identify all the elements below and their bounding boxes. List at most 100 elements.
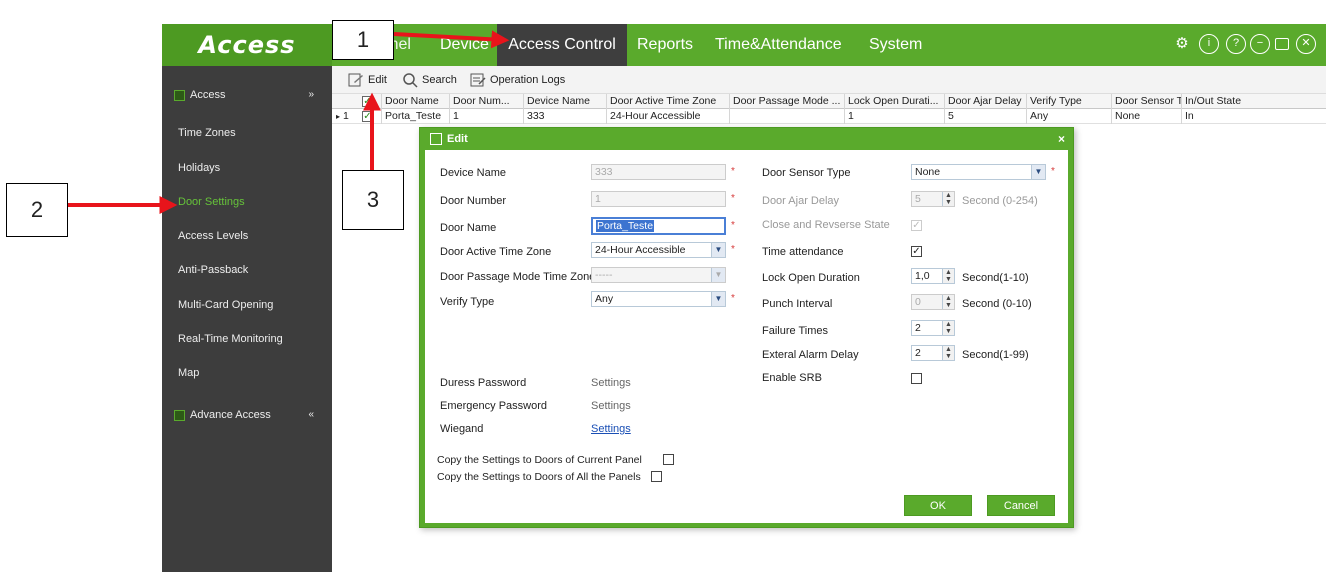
app-logo: Access [162,24,332,66]
search-icon [403,73,418,88]
emergency-password-label: Emergency Password [440,400,547,412]
gear-icon[interactable]: ⚙ [1172,34,1192,54]
chevron-up-icon: » [308,89,314,100]
punch-interval-stepper: 0 ▲ ▼ [911,294,955,310]
advance-access-icon [174,410,185,421]
copy-all-panels-label: Copy the Settings to Doors of All the Pa… [437,471,641,483]
enable-srb-checkbox[interactable] [911,373,922,384]
close-reverse-state-checkbox: ✓ [911,220,922,231]
sidebar-group-advance-access[interactable]: Advance Access « [162,400,332,430]
row-checkbox[interactable]: ✓ [362,111,373,122]
dropdown-arrow-icon: ▼ [711,243,725,257]
close-icon[interactable]: ✕ [1296,34,1316,54]
edit-icon [348,73,363,87]
sidebar-group-access[interactable]: Access » [162,80,332,110]
menu-device[interactable]: Device [440,24,489,66]
enable-srb-label: Enable SRB [762,372,822,384]
door-active-tz-label: Door Active Time Zone [440,246,552,258]
device-name-label: Device Name [440,167,507,179]
lock-open-duration-stepper[interactable]: 1,0 ▲ ▼ [911,268,955,284]
external-alarm-delay-label: Exteral Alarm Delay [762,349,859,361]
minimize-icon[interactable]: − [1250,34,1270,54]
duress-settings-text: Settings [591,377,631,389]
select-all-checkbox[interactable]: ✓ [362,96,373,107]
menu-reports[interactable]: Reports [637,24,693,66]
door-number-label: Door Number [440,195,507,207]
door-name-label: Door Name [440,222,497,234]
row-pointer-icon: ▸ [336,112,341,121]
verify-type-select[interactable]: Any ▼ [591,291,726,307]
annotation-callout-1: 1 [332,20,394,60]
dropdown-arrow-icon: ▼ [711,292,725,306]
menu-system[interactable]: System [869,24,922,66]
sidebar-item-real-time-monitoring[interactable]: Real-Time Monitoring [178,333,283,345]
col-door-sensor-type[interactable]: Door Sensor T... [1112,94,1182,109]
lock-open-duration-label: Lock Open Duration [762,272,860,284]
menu-time-attendance[interactable]: Time&Attendance [715,24,842,66]
sidebar-item-door-settings[interactable]: Door Settings [178,196,245,208]
passage-mode-tz-label: Door Passage Mode Time Zone [440,271,596,283]
ok-button[interactable]: OK [904,495,972,516]
external-alarm-delay-stepper[interactable]: 2 ▲ ▼ [911,345,955,361]
col-verify-type[interactable]: Verify Type [1027,94,1112,109]
search-button[interactable]: Search [402,72,457,88]
wiegand-settings-link[interactable]: Settings [591,423,631,435]
door-active-tz-select[interactable]: 24-Hour Accessible ▼ [591,242,726,258]
access-app-window: Access Panel Device Access Control Repor… [162,0,1326,572]
dialog-title-bar: Edit × [420,128,1073,150]
col-door-active-tz[interactable]: Door Active Time Zone [607,94,730,109]
annotation-callout-3: 3 [342,170,404,230]
chevron-down-icon: « [308,409,314,420]
col-passage-mode[interactable]: Door Passage Mode ... [730,94,845,109]
spinner-icon: ▲ ▼ [942,295,954,309]
door-sensor-type-label: Door Sensor Type [762,167,851,179]
toolbar: Edit Search Operation Logs [332,66,1326,94]
sidebar-item-map[interactable]: Map [178,367,199,379]
col-device-name[interactable]: Device Name [524,94,607,109]
door-sensor-type-select[interactable]: None ▼ [911,164,1046,180]
dialog-body: Device Name 333 * Door Number 1 * Door N… [425,150,1068,523]
grid-header: ✓ Door Name Door Num... Device Name Door… [332,94,1326,109]
copy-all-panels-checkbox[interactable] [651,471,662,482]
sidebar-item-anti-passback[interactable]: Anti-Passback [178,264,248,276]
sidebar-item-multi-card-opening[interactable]: Multi-Card Opening [178,299,273,311]
edit-button[interactable]: Edit [348,72,387,88]
col-in-out-state[interactable]: In/Out State [1182,94,1326,109]
emergency-settings-text: Settings [591,400,631,412]
col-door-ajar-delay[interactable]: Door Ajar Delay [945,94,1027,109]
time-attendance-checkbox[interactable]: ✓ [911,246,922,257]
col-door-number[interactable]: Door Num... [450,94,524,109]
operation-logs-icon [470,73,486,87]
dropdown-arrow-icon: ▼ [711,268,725,282]
verify-type-label: Verify Type [440,296,495,308]
operation-logs-button[interactable]: Operation Logs [470,72,565,88]
failure-times-stepper[interactable]: 2 ▲ ▼ [911,320,955,336]
table-row[interactable]: ▸ 1 ✓ Porta_Teste 1 333 24-Hour Accessib… [332,109,1326,124]
info-icon[interactable]: i [1199,34,1219,54]
sidebar-item-holidays[interactable]: Holidays [178,162,220,174]
spinner-icon: ▲ ▼ [942,192,954,206]
cancel-button[interactable]: Cancel [987,495,1055,516]
device-name-field: 333 [591,164,726,180]
door-number-field: 1 [591,191,726,207]
copy-current-panel-checkbox[interactable] [663,454,674,465]
wiegand-label: Wiegand [440,423,484,435]
col-lock-open-duration[interactable]: Lock Open Durati... [845,94,945,109]
help-icon[interactable]: ? [1226,34,1246,54]
col-door-name[interactable]: Door Name [382,94,450,109]
sidebar-item-access-levels[interactable]: Access Levels [178,230,248,242]
spinner-icon[interactable]: ▲ ▼ [942,346,954,360]
menu-access-control[interactable]: Access Control [497,24,627,66]
sidebar-item-time-zones[interactable]: Time Zones [178,127,236,139]
close-reverse-state-label: Close and Revserse State [762,219,890,231]
spinner-icon[interactable]: ▲ ▼ [942,269,954,283]
maximize-icon[interactable] [1272,34,1292,54]
edit-icon [430,133,442,145]
duress-password-label: Duress Password [440,377,527,389]
spinner-icon[interactable]: ▲ ▼ [942,321,954,335]
punch-interval-label: Punch Interval [762,298,833,310]
dialog-close-icon[interactable]: × [1058,128,1065,150]
door-ajar-delay-stepper: 5 ▲ ▼ [911,191,955,207]
time-attendance-label: Time attendance [762,246,844,258]
door-name-input[interactable]: Porta_Teste [591,217,726,235]
